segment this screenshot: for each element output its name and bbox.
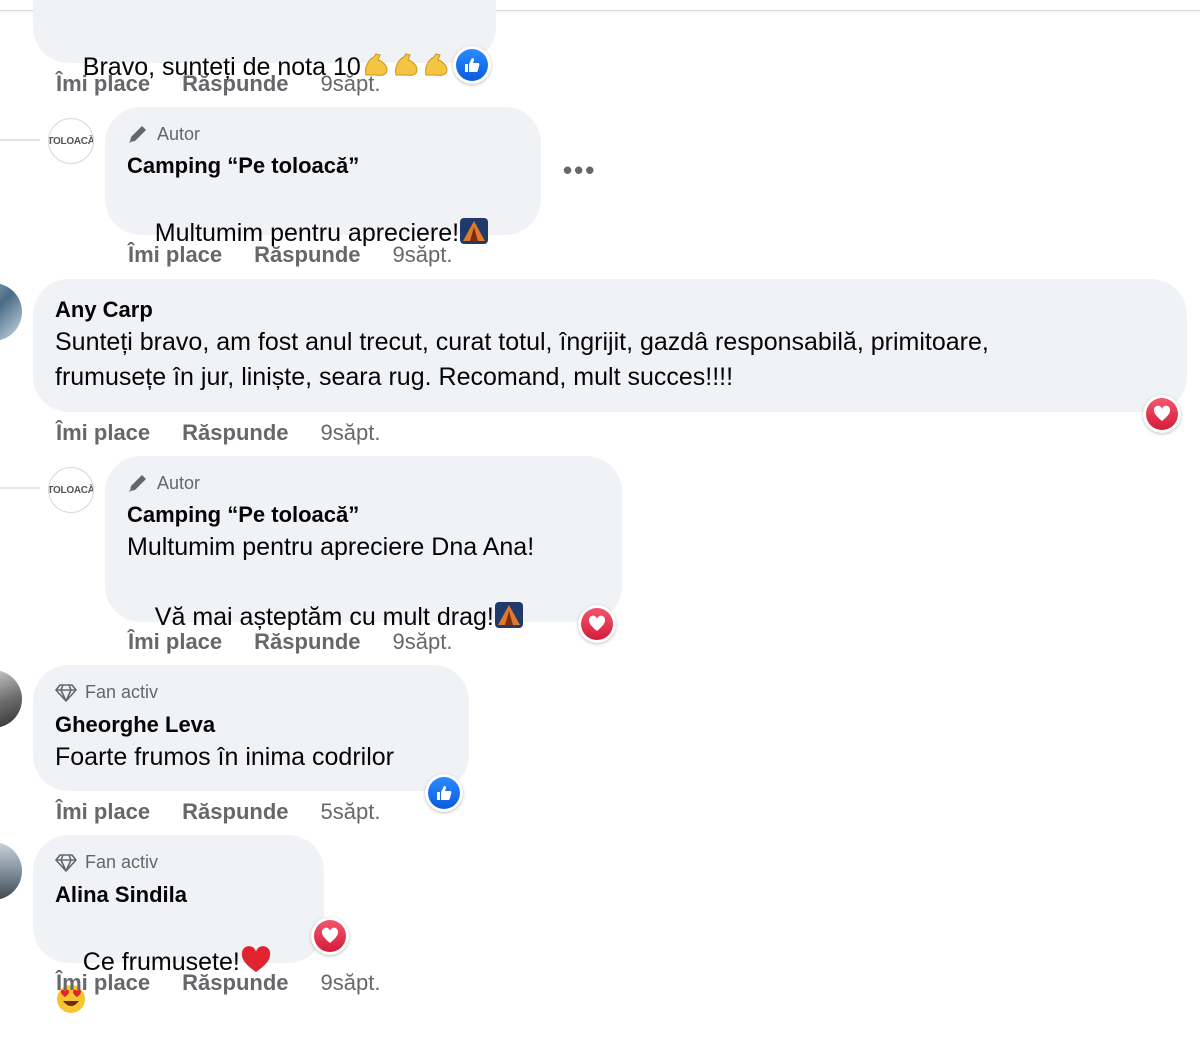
avatar[interactable]: [0, 670, 22, 728]
comment-text: Multumim pentru apreciere Dna Ana!: [127, 533, 535, 561]
pencil-icon: [129, 475, 146, 492]
thread-connector: [0, 139, 40, 141]
timestamp[interactable]: 9săpt.: [321, 970, 381, 996]
heart-icon: [321, 927, 339, 943]
heart-icon: [1153, 405, 1171, 421]
timestamp[interactable]: 9săpt.: [393, 629, 453, 655]
more-options-button[interactable]: •••: [563, 155, 596, 186]
author-badge: Autor: [157, 473, 201, 493]
comment-bubble: Autor Camping “Pe toloacă” Multumim pent…: [105, 456, 622, 631]
like-button[interactable]: Îmi place: [128, 629, 222, 655]
comment-author[interactable]: Camping “Pe toloacă”: [127, 500, 600, 530]
love-reaction-badge[interactable]: [578, 605, 616, 643]
pencil-icon: [129, 126, 146, 143]
comment-actions: Îmi place Răspunde 9săpt.: [56, 970, 380, 996]
comment-text: Foarte frumos în inima codrilor: [55, 743, 395, 771]
comment-actions: Îmi place Răspunde 9săpt.: [128, 629, 452, 655]
thread-connector: [0, 487, 40, 489]
comment-author[interactable]: Gheorghe Leva: [55, 710, 447, 740]
like-button[interactable]: Îmi place: [56, 420, 150, 446]
fan-badge: Fan activ: [85, 682, 159, 702]
flexed-biceps-icon: [421, 51, 451, 89]
like-reaction-badge[interactable]: [425, 774, 463, 812]
diamond-icon: [55, 684, 77, 702]
comment-bubble: Bravo, sunteți de nota 10: [33, 0, 496, 81]
comment-actions: Îmi place Răspunde 9săpt.: [56, 420, 380, 446]
comment-author[interactable]: Camping “Pe toloacă”: [127, 151, 519, 181]
timestamp[interactable]: 9săpt.: [321, 71, 381, 97]
reply-button[interactable]: Răspunde: [182, 970, 288, 996]
avatar-logo-text: TOLOACĂ: [48, 135, 94, 147]
timestamp[interactable]: 5săpt.: [321, 799, 381, 825]
thumbs-up-icon: [465, 58, 480, 72]
avatar[interactable]: [0, 842, 22, 900]
comment-bubble: Fan activ Alina Sindila Ce frumusete!: [33, 835, 324, 1013]
love-reaction-badge[interactable]: [1143, 395, 1181, 433]
timestamp[interactable]: 9săpt.: [393, 242, 453, 268]
avatar-logo-text: TOLOACĂ: [48, 484, 94, 496]
avatar[interactable]: [0, 283, 22, 341]
reply-button[interactable]: Răspunde: [254, 242, 360, 268]
timestamp[interactable]: 9săpt.: [321, 420, 381, 446]
reply-button[interactable]: Răspunde: [182, 420, 288, 446]
comment-actions: Îmi place Răspunde 5săpt.: [56, 799, 380, 825]
comment-actions: Îmi place Răspunde 9săpt.: [128, 242, 452, 268]
thumbs-up-icon: [437, 786, 452, 800]
reply-button[interactable]: Răspunde: [182, 71, 288, 97]
tent-night-icon: [459, 217, 489, 255]
reply-button[interactable]: Răspunde: [182, 799, 288, 825]
avatar[interactable]: TOLOACĂ: [48, 118, 94, 164]
comment-bubble: Any Carp Sunteți bravo, am fost anul tre…: [33, 279, 1187, 412]
fan-badge: Fan activ: [85, 852, 159, 872]
like-reaction-badge[interactable]: [453, 46, 491, 84]
reply-button[interactable]: Răspunde: [254, 629, 360, 655]
comment-text: Sunteți bravo, am fost anul trecut, cura…: [55, 328, 989, 356]
comment-author[interactable]: Any Carp: [55, 279, 1165, 325]
like-button[interactable]: Îmi place: [56, 799, 150, 825]
author-badge: Autor: [157, 124, 201, 144]
comment-text: frumusețe în jur, liniște, seara rug. Re…: [55, 363, 734, 391]
avatar[interactable]: TOLOACĂ: [48, 467, 94, 513]
like-button[interactable]: Îmi place: [56, 970, 150, 996]
diamond-icon: [55, 854, 77, 872]
comment-actions: Îmi place Răspunde 9săpt.: [56, 71, 380, 97]
love-reaction-badge[interactable]: [311, 917, 349, 955]
like-button[interactable]: Îmi place: [128, 242, 222, 268]
like-button[interactable]: Îmi place: [56, 71, 150, 97]
comment-author[interactable]: Alina Sindila: [55, 880, 302, 910]
comment-bubble: Autor Camping “Pe toloacă” Multumim pent…: [105, 107, 541, 247]
flexed-biceps-icon: [391, 51, 421, 89]
comment-bubble: Fan activ Gheorghe Leva Foarte frumos în…: [33, 665, 469, 791]
comment-text: Vă mai așteptăm cu mult drag!: [154, 603, 494, 631]
tent-night-icon: [494, 601, 524, 639]
heart-icon: [588, 615, 606, 631]
